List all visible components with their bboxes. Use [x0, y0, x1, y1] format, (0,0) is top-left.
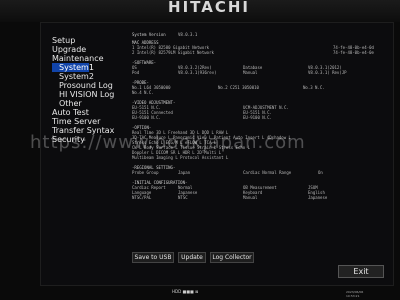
time-text: 10:53:21: [346, 294, 360, 298]
pod-value: V8.0.3.1(936rev): [178, 70, 217, 75]
sidebar-item-time-server[interactable]: Time Server: [52, 117, 126, 126]
clock: 2023/06/06 10:53:21: [346, 290, 363, 298]
mac2: 2 Intel(R) 82579LM Gigabit Network: [132, 50, 214, 55]
mac2-value: 74-fe-48-0b-e4-0e: [333, 50, 374, 55]
watermark: https://www.bookjapan.com: [30, 132, 306, 153]
exit-button[interactable]: Exit: [338, 265, 384, 278]
manual2-value: Japanese: [308, 195, 328, 200]
version-value: V8.0.3.1: [178, 32, 198, 37]
video6: EU-9100 N.C.: [243, 115, 272, 120]
cardiac-range-label: Cardiac Normal Range: [243, 170, 292, 175]
ntsc-label: NTSC/PAL: [132, 195, 152, 200]
sidebar-item-auto-test[interactable]: Auto Test: [52, 108, 126, 117]
ntsc-value: NTSC: [178, 195, 188, 200]
sidebar-item-hivision-log[interactable]: HI VISION Log: [52, 90, 126, 99]
sidebar-item-system1[interactable]: System1: [52, 63, 94, 72]
sidebar-item-setup[interactable]: Setup: [52, 36, 126, 45]
probe-group-label: Probe Group: [132, 170, 159, 175]
probe2: No.2 C251 3050010: [218, 85, 259, 90]
sidebar-item-upgrade[interactable]: Upgrade: [52, 45, 126, 54]
manual-label: Manual: [243, 70, 258, 75]
probe3: No.3 N.C.: [303, 85, 325, 90]
option-row: Multibeam Imaging L Protocol Assistant L: [132, 155, 229, 160]
hdd-status: HDD ■■■ ⊠: [172, 289, 199, 294]
update-button[interactable]: Update: [178, 252, 206, 263]
manual2-label: Manual: [243, 195, 258, 200]
save-to-usb-button[interactable]: Save to USB: [132, 252, 174, 263]
probe-group-value: Japan: [178, 170, 191, 175]
sidebar-menu: Setup Upgrade Maintenance System1 System…: [52, 36, 126, 286]
probe4: No.4 N.C.: [132, 90, 154, 95]
cardiac-range-value: On: [318, 170, 323, 175]
sidebar-item-maintenance[interactable]: Maintenance: [52, 54, 126, 63]
version-label: System Version: [132, 32, 166, 37]
log-collector-button[interactable]: Log Collector: [210, 252, 254, 263]
sidebar-item-system2[interactable]: System2: [52, 72, 126, 81]
monitor-bezel: HITACHI: [0, 0, 400, 22]
manual-value: V8.0.3.1( Rev)JP: [308, 70, 347, 75]
pod-label: Pod: [132, 70, 140, 75]
sidebar-item-other[interactable]: Other: [52, 99, 126, 108]
sidebar-item-prosound-log[interactable]: Prosound Log: [52, 81, 126, 90]
brand-logo: HITACHI: [168, 0, 250, 16]
video5: EU-9100 N.C.: [132, 115, 161, 120]
